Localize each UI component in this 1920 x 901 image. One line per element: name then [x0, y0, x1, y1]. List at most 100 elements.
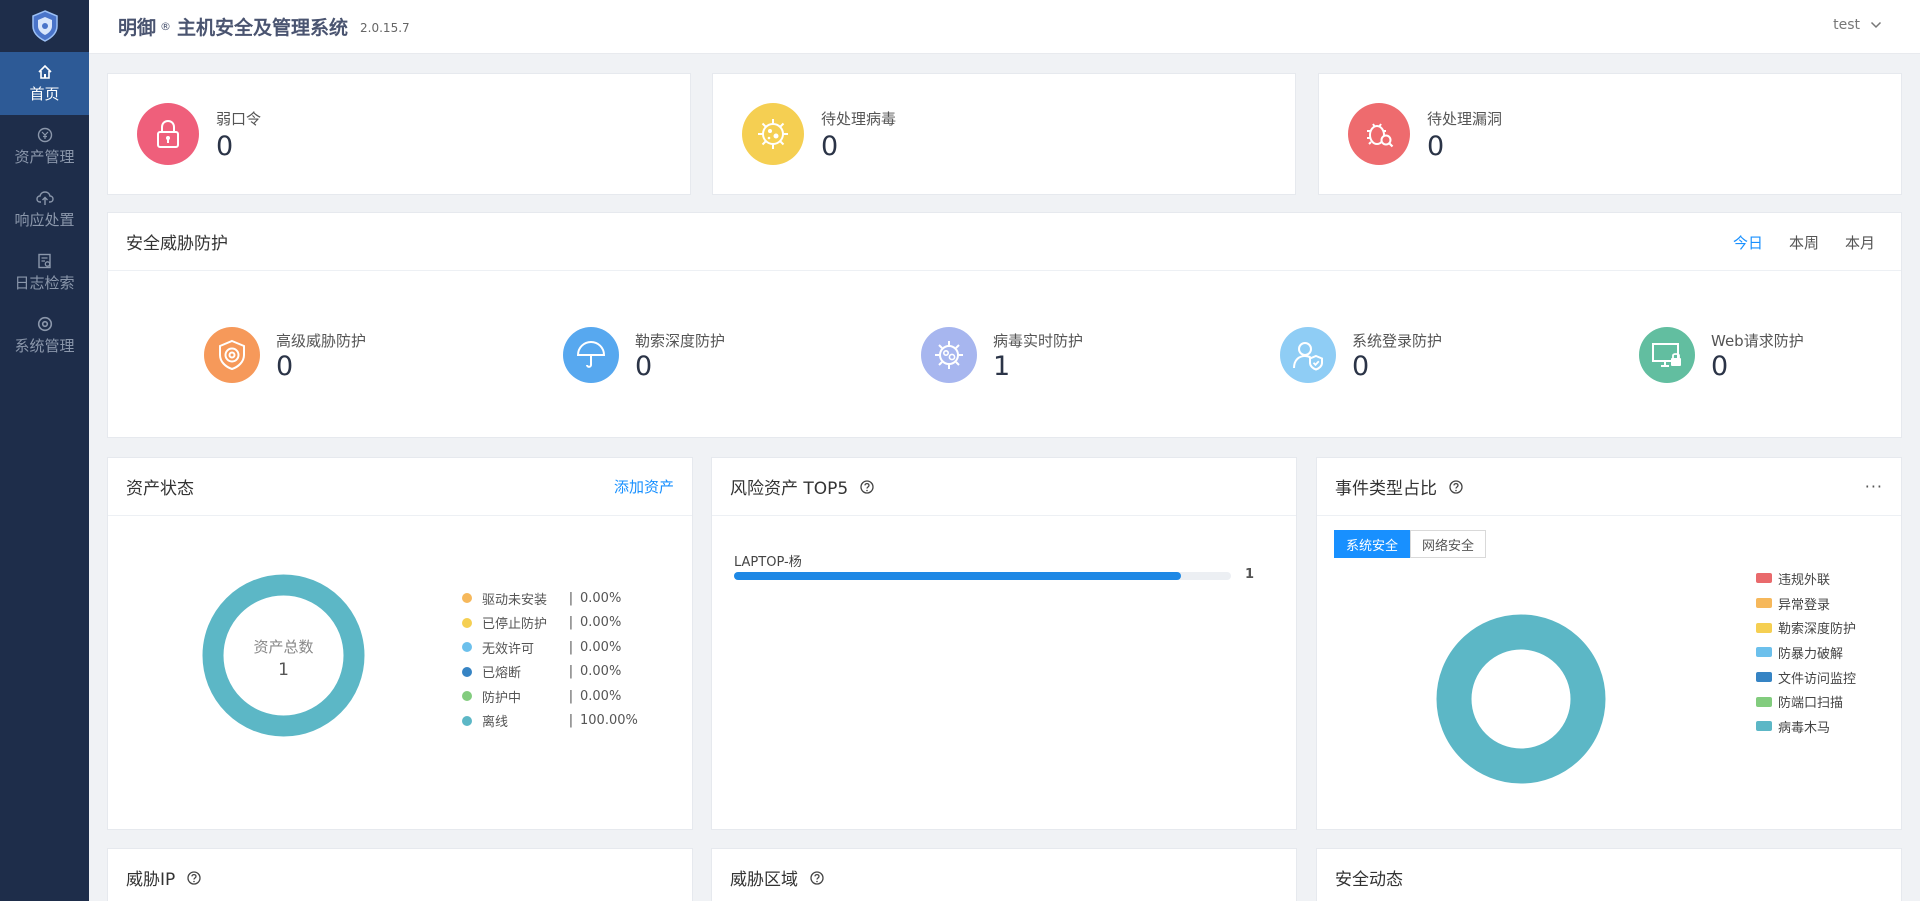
legend-swatch	[1756, 573, 1772, 584]
more-menu-button[interactable]: ···	[1865, 477, 1883, 496]
legend-item[interactable]: 勒索深度防护	[1756, 615, 1856, 640]
stat-card-pending-vuln[interactable]: 待处理漏洞 0	[1318, 73, 1902, 195]
legend-item[interactable]: 病毒木马	[1756, 714, 1856, 739]
lock-icon	[137, 103, 199, 165]
sidebar-item-home[interactable]: 首页	[0, 52, 89, 115]
legend-swatch	[1756, 622, 1772, 633]
sidebar-item-label: 日志检索	[14, 273, 75, 292]
panel-title: 安全动态	[1335, 870, 1403, 890]
threat-item-advanced[interactable]: 高级威胁防护 0	[204, 327, 366, 383]
user-menu[interactable]: test	[1833, 17, 1882, 33]
legend-swatch	[1756, 598, 1772, 609]
threat-item-web[interactable]: Web请求防护 0	[1639, 327, 1804, 383]
event-legend: 违规外联 异常登录 勒索深度防护 防暴力破解 文件访问监控 防端口扫描 病毒木马	[1756, 566, 1856, 739]
threat-value: 1	[993, 351, 1011, 382]
sidebar-item-assets[interactable]: 资产管理	[0, 115, 89, 178]
legend-item[interactable]: 已熔断 | 0.00%	[462, 660, 638, 685]
legend-item[interactable]: 防护中 | 0.00%	[462, 684, 638, 709]
legend-name: 离线	[482, 715, 509, 731]
event-type-panel: 事件类型占比 ··· 系统安全 网络安全 违规外联 异常登录 勒索深度防护 防暴…	[1316, 457, 1902, 830]
help-icon[interactable]	[860, 479, 874, 494]
legend-name: 驱动未安装	[482, 592, 548, 608]
legend-item[interactable]: 文件访问监控	[1756, 665, 1856, 690]
panel-title: 威胁区域	[730, 870, 798, 890]
security-feed-panel: 安全动态	[1316, 848, 1902, 901]
help-icon[interactable]	[187, 870, 201, 885]
panel-title: 威胁IP	[126, 870, 176, 890]
threat-value: 0	[276, 351, 294, 382]
cloud-upload-icon	[35, 190, 54, 205]
sidebar-item-logs[interactable]: 日志检索	[0, 241, 89, 304]
legend-item[interactable]: 防端口扫描	[1756, 689, 1856, 714]
legend-item[interactable]: 已停止防护 | 0.00%	[462, 611, 638, 636]
legend-name: 已停止防护	[482, 617, 548, 633]
legend-name: 已熔断	[482, 666, 522, 682]
threat-item-ransomware[interactable]: 勒索深度防护 0	[563, 327, 725, 383]
panel-title: 风险资产 TOP5	[730, 479, 849, 499]
top5-bar-fill	[734, 572, 1182, 580]
legend-name: 违规外联	[1778, 572, 1831, 588]
threat-label: 勒索深度防护	[635, 332, 726, 350]
log-search-icon	[37, 253, 51, 268]
sidebar-item-label: 首页	[29, 84, 60, 103]
stat-card-weak-password[interactable]: 弱口令 0	[107, 73, 691, 195]
stat-value: 0	[821, 131, 839, 162]
range-today[interactable]: 今日	[1733, 232, 1763, 253]
legend-item[interactable]: 无效许可 | 0.00%	[462, 635, 638, 660]
add-asset-link[interactable]: 添加资产	[614, 476, 674, 497]
legend-separator: |	[568, 664, 574, 680]
stat-label: 弱口令	[216, 110, 262, 128]
stat-value: 0	[1427, 131, 1445, 162]
logo[interactable]	[0, 0, 89, 52]
legend-pct: 0.00%	[580, 688, 622, 704]
monitor-lock-icon	[1639, 327, 1695, 383]
range-week[interactable]: 本周	[1789, 232, 1819, 253]
virus-scan-icon	[921, 327, 977, 383]
legend-item[interactable]: 离线 | 100.00%	[462, 709, 638, 734]
help-icon[interactable]	[1449, 479, 1463, 494]
virus-icon	[742, 103, 804, 165]
panel-header: 事件类型占比 ···	[1317, 458, 1901, 516]
donut-ring-trojan	[1436, 614, 1606, 784]
legend-name: 防暴力破解	[1778, 646, 1844, 662]
legend-name: 异常登录	[1778, 597, 1831, 613]
user-shield-icon	[1280, 327, 1336, 383]
asset-icon	[37, 127, 52, 142]
legend-pct: 0.00%	[580, 590, 622, 606]
sidebar-item-system[interactable]: 系统管理	[0, 304, 89, 367]
username: test	[1833, 17, 1860, 33]
shield-target-icon	[204, 327, 260, 383]
legend-swatch	[1756, 647, 1772, 658]
threat-ip-panel: 威胁IP	[107, 848, 693, 901]
threat-item-virus-realtime[interactable]: 病毒实时防护 1	[921, 327, 1083, 383]
threat-region-panel: 威胁区域	[711, 848, 1297, 901]
legend-separator: |	[568, 713, 574, 729]
threat-value: 0	[1711, 351, 1729, 382]
legend-item[interactable]: 驱动未安装 | 0.00%	[462, 586, 638, 611]
panel-title: 事件类型占比	[1335, 479, 1437, 499]
threat-value: 0	[1352, 351, 1370, 382]
range-month[interactable]: 本月	[1845, 232, 1875, 253]
tab-system-security[interactable]: 系统安全	[1334, 530, 1411, 558]
range-switch: 今日 本周 本月	[1733, 213, 1875, 271]
stat-card-pending-virus[interactable]: 待处理病毒 0	[712, 73, 1296, 195]
legend-separator: |	[568, 639, 574, 655]
sidebar-item-response[interactable]: 响应处置	[0, 178, 89, 241]
chevron-down-icon	[1870, 21, 1882, 29]
sidebar: 首页 资产管理 响应处置 日志检索 系统管理	[0, 0, 89, 901]
panel-header: 安全动态	[1317, 849, 1901, 901]
legend-item[interactable]: 防暴力破解	[1756, 640, 1856, 665]
threat-value: 0	[635, 351, 653, 382]
sidebar-item-label: 资产管理	[14, 147, 75, 166]
settings-icon	[37, 316, 52, 331]
tab-network-security[interactable]: 网络安全	[1410, 530, 1487, 558]
legend-item[interactable]: 异常登录	[1756, 591, 1856, 616]
legend-name: 勒索深度防护	[1778, 622, 1857, 638]
bug-icon	[1348, 103, 1410, 165]
top5-row-name[interactable]: LAPTOP-杨	[734, 551, 802, 570]
legend-item[interactable]: 违规外联	[1756, 566, 1856, 591]
legend-dot	[462, 642, 472, 653]
help-icon[interactable]	[810, 870, 824, 885]
threat-item-login[interactable]: 系统登录防护 0	[1280, 327, 1442, 383]
panel-header: 风险资产 TOP5	[712, 458, 1296, 516]
